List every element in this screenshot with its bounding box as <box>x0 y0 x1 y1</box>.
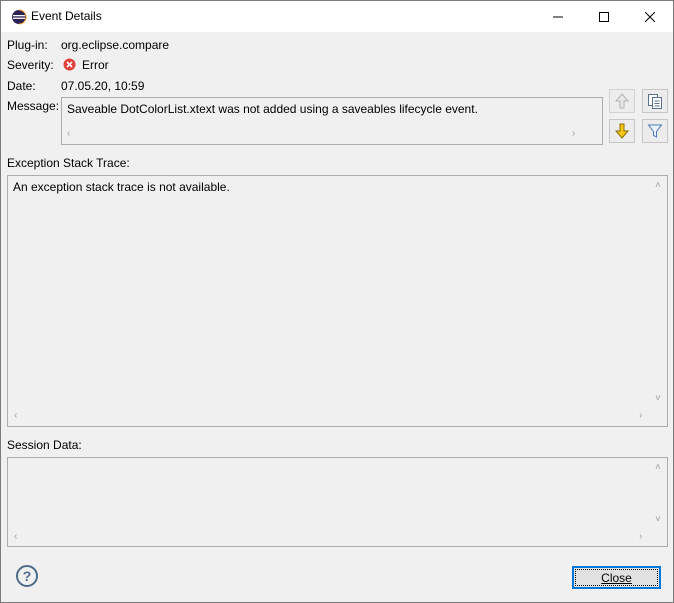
maximize-button[interactable] <box>581 1 627 32</box>
filter-button[interactable] <box>642 119 668 143</box>
session-data-label: Session Data: <box>7 438 82 452</box>
window-title: Event Details <box>31 9 102 23</box>
scroll-right-icon[interactable]: › <box>639 410 642 421</box>
plugin-label: Plug-in: <box>7 38 48 52</box>
severity-label: Severity: <box>7 58 54 72</box>
title-bar: Event Details <box>1 1 673 32</box>
event-details-dialog: Event Details Plug-in: org.eclipse.compa… <box>0 0 674 603</box>
message-field[interactable]: Saveable DotColorList.xtext was not adde… <box>61 97 603 145</box>
scroll-up-icon[interactable]: ˄ <box>655 462 661 473</box>
arrow-down-icon <box>615 123 629 139</box>
message-text: Saveable DotColorList.xtext was not adde… <box>67 102 478 116</box>
scroll-right-icon[interactable]: › <box>572 128 575 139</box>
scroll-right-icon[interactable]: › <box>639 531 642 542</box>
scroll-down-icon[interactable]: ˅ <box>655 514 661 525</box>
next-event-button[interactable] <box>609 119 635 143</box>
minimize-button[interactable] <box>535 1 581 32</box>
date-label: Date: <box>7 79 36 93</box>
previous-event-button[interactable] <box>609 89 635 113</box>
scroll-left-icon[interactable]: ‹ <box>67 128 70 139</box>
scroll-left-icon[interactable]: ‹ <box>14 410 17 421</box>
maximize-icon <box>599 11 609 22</box>
error-icon <box>63 58 76 71</box>
plugin-value: org.eclipse.compare <box>61 38 170 52</box>
severity-value: Error <box>82 58 109 72</box>
scroll-up-icon[interactable]: ˄ <box>655 180 661 191</box>
minimize-icon <box>553 16 563 17</box>
copy-event-button[interactable] <box>642 89 668 113</box>
copy-icon <box>648 94 662 109</box>
stack-trace-panel[interactable]: An exception stack trace is not availabl… <box>7 175 668 427</box>
session-data-panel[interactable]: ˄ ˅ ‹ › <box>7 457 668 547</box>
scroll-down-icon[interactable]: ˅ <box>655 393 661 404</box>
question-mark-icon: ? <box>22 568 32 584</box>
stack-trace-text: An exception stack trace is not availabl… <box>13 180 230 194</box>
close-x-icon <box>645 11 655 22</box>
help-button[interactable]: ? <box>16 565 38 587</box>
message-label: Message: <box>7 99 60 113</box>
arrow-up-icon <box>615 93 629 109</box>
scroll-left-icon[interactable]: ‹ <box>14 531 17 542</box>
date-value: 07.05.20, 10:59 <box>61 79 145 93</box>
close-button[interactable]: Close <box>572 566 661 589</box>
filter-icon <box>647 124 663 138</box>
window-close-button[interactable] <box>627 1 673 32</box>
stack-trace-label: Exception Stack Trace: <box>7 156 130 170</box>
eclipse-logo-icon <box>12 9 27 25</box>
